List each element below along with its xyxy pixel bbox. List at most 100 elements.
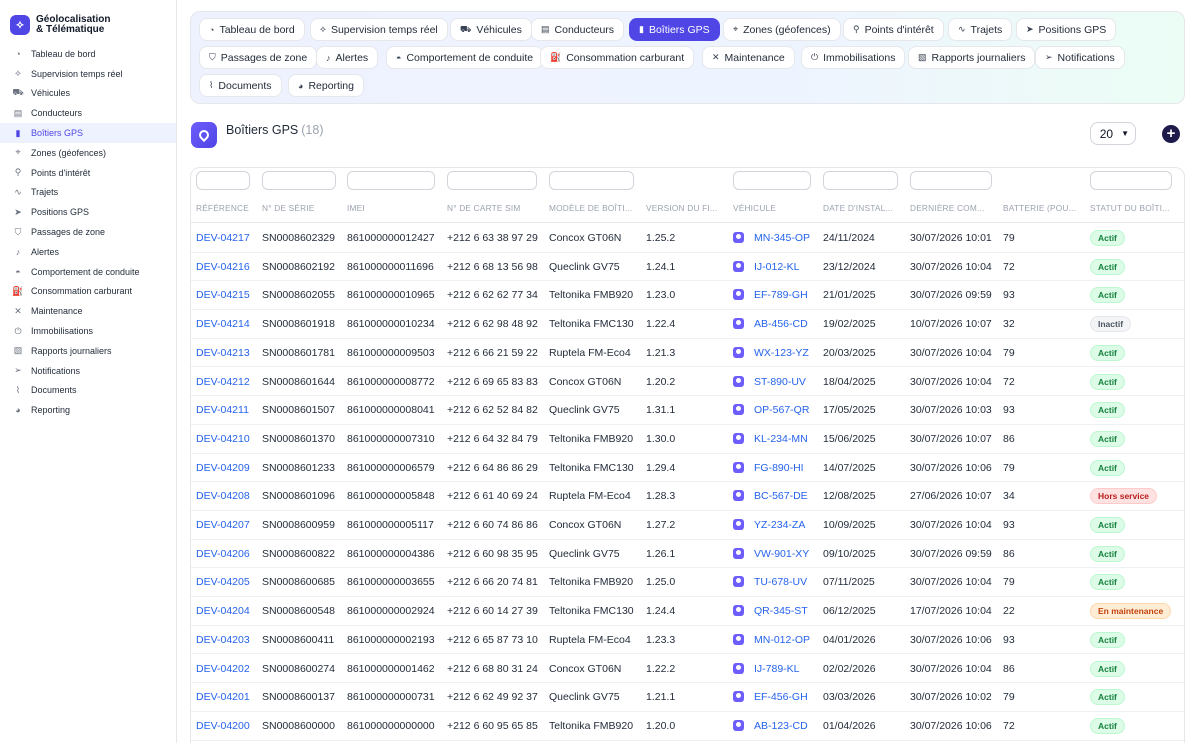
table-row[interactable]: DEV-04212 SN0008601644 861000000008772 +212… — [191, 368, 1184, 397]
table-row[interactable]: DEV-04216 SN0008602192 861000000011696 +212… — [191, 253, 1184, 282]
sidebar-item[interactable]: ⏻ Immobilisations — [0, 321, 176, 341]
column-header[interactable]: DERNIÈRE COM... — [910, 203, 1000, 213]
device-reference-link[interactable]: DEV-04207 — [196, 519, 250, 531]
device-reference-link[interactable]: DEV-04204 — [196, 605, 250, 617]
sidebar-item[interactable]: ⌖ Zones (géofences) — [0, 143, 176, 163]
column-filter-input[interactable] — [447, 171, 537, 190]
module-tab[interactable]: ◓ Comportement de conduite — [386, 46, 544, 69]
column-filter-input[interactable] — [196, 171, 250, 190]
column-header[interactable]: BATTERIE (POU... — [1003, 203, 1085, 213]
table-row[interactable]: DEV-04213 SN0008601781 861000000009503 +212… — [191, 339, 1184, 368]
vehicle-link[interactable]: ST-890-UV — [754, 376, 806, 388]
module-tab[interactable]: ∿ Trajets — [948, 18, 1013, 41]
sidebar-item[interactable]: ♪ Alertes — [0, 242, 176, 262]
device-reference-link[interactable]: DEV-04205 — [196, 576, 250, 588]
sidebar-item[interactable]: ⚲ Points d'intérêt — [0, 163, 176, 183]
vehicle-link[interactable]: QR-345-ST — [754, 605, 808, 617]
sidebar-item[interactable]: ⛉ Passages de zone — [0, 222, 176, 242]
module-tab[interactable]: ✕ Maintenance — [702, 46, 795, 69]
vehicle-link[interactable]: AB-456-CD — [754, 318, 808, 330]
module-tab[interactable]: ➢ Notifications — [1035, 46, 1125, 69]
device-reference-link[interactable]: DEV-04211 — [196, 404, 249, 416]
device-reference-link[interactable]: DEV-04200 — [196, 720, 250, 732]
table-row[interactable]: DEV-04201 SN0008600137 861000000000731 +212… — [191, 683, 1184, 712]
device-reference-link[interactable]: DEV-04210 — [196, 433, 250, 445]
column-filter-input[interactable] — [733, 171, 811, 190]
vehicle-link[interactable]: MN-012-OP — [754, 634, 810, 646]
sidebar-item[interactable]: ⌇ Documents — [0, 381, 176, 401]
table-row[interactable]: DEV-04217 SN0008602329 861000000012427 +212… — [191, 224, 1184, 253]
device-reference-link[interactable]: DEV-04206 — [196, 548, 250, 560]
column-header[interactable]: DATE D'INSTAL... — [823, 203, 905, 213]
sidebar-item[interactable]: ➢ Notifications — [0, 361, 176, 381]
column-header[interactable]: VÉHICULE — [733, 203, 818, 213]
vehicle-link[interactable]: VW-901-XY — [754, 548, 809, 560]
column-filter-input[interactable] — [347, 171, 435, 190]
vehicle-link[interactable]: FG-890-HI — [754, 462, 804, 474]
sidebar-item[interactable]: ◕ Reporting — [0, 400, 176, 420]
column-header[interactable]: STATUT DU BOÎTI... — [1090, 203, 1180, 213]
column-filter-input[interactable] — [262, 171, 336, 190]
column-header[interactable]: MODÈLE DE BOÎTI... — [549, 203, 641, 213]
module-tab[interactable]: ⛟ Véhicules — [450, 18, 532, 41]
column-header[interactable]: N° DE SÉRIE — [262, 203, 342, 213]
table-row[interactable]: DEV-04214 SN0008601918 861000000010234 +212… — [191, 310, 1184, 339]
module-tab[interactable]: ⚲ Points d'intérêt — [843, 18, 944, 41]
module-tab[interactable]: ⌇ Documents — [199, 74, 282, 97]
column-header[interactable]: IMEI — [347, 203, 442, 213]
device-reference-link[interactable]: DEV-04213 — [196, 347, 250, 359]
module-tab[interactable]: ◔ Tableau de bord — [199, 18, 305, 41]
module-tab[interactable]: ⌖ Zones (géofences) — [723, 18, 841, 41]
table-row[interactable]: DEV-04204 SN0008600548 861000000002924 +212… — [191, 597, 1184, 626]
device-reference-link[interactable]: DEV-04203 — [196, 634, 250, 646]
column-filter-input[interactable] — [1090, 171, 1172, 190]
module-tab[interactable]: ⛽ Consommation carburant — [540, 46, 695, 69]
vehicle-link[interactable]: KL-234-MN — [754, 433, 808, 445]
module-tab[interactable]: ◕ Reporting — [288, 74, 364, 97]
sidebar-item[interactable]: ▤ Conducteurs — [0, 103, 176, 123]
table-row[interactable]: DEV-04209 SN0008601233 861000000006579 +212… — [191, 454, 1184, 483]
column-header[interactable]: RÉFÉRENCE — [196, 203, 256, 213]
module-tab[interactable]: ⟡ Supervision temps réel — [310, 18, 448, 41]
sidebar-item[interactable]: ∿ Trajets — [0, 183, 176, 203]
table-row[interactable]: DEV-04211 SN0008601507 861000000008041 +212… — [191, 396, 1184, 425]
table-row[interactable]: DEV-04206 SN0008600822 861000000004386 +212… — [191, 540, 1184, 569]
sidebar-item[interactable]: ➤ Positions GPS — [0, 202, 176, 222]
vehicle-link[interactable]: MN-345-OP — [754, 232, 810, 244]
table-row[interactable]: DEV-04203 SN0008600411 861000000002193 +212… — [191, 626, 1184, 655]
module-tab[interactable]: ▧ Rapports journaliers — [908, 46, 1036, 69]
vehicle-link[interactable]: EF-456-GH — [754, 691, 808, 703]
sidebar-item[interactable]: ✕ Maintenance — [0, 301, 176, 321]
column-filter-input[interactable] — [549, 171, 634, 190]
column-header[interactable]: VERSION DU FI... — [646, 203, 726, 213]
module-tab[interactable]: ⏻ Immobilisations — [801, 46, 906, 69]
column-filter-input[interactable] — [910, 171, 992, 190]
vehicle-link[interactable]: OP-567-QR — [754, 404, 809, 416]
column-header[interactable]: N° DE CARTE SIM — [447, 203, 545, 213]
per-page-select[interactable]: 20 ▼ — [1090, 122, 1136, 145]
table-row[interactable]: DEV-04207 SN0008600959 861000000005117 +212… — [191, 511, 1184, 540]
module-tab[interactable]: ▤ Conducteurs — [531, 18, 625, 41]
module-tab[interactable]: ➤ Positions GPS — [1016, 18, 1117, 41]
device-reference-link[interactable]: DEV-04214 — [196, 318, 250, 330]
table-row[interactable]: DEV-04205 SN0008600685 861000000003655 +212… — [191, 568, 1184, 598]
vehicle-link[interactable]: YZ-234-ZA — [754, 519, 805, 531]
module-tab[interactable]: ⛉ Passages de zone — [199, 46, 318, 69]
table-row[interactable]: DEV-04200 SN0008600000 861000000000000 +212… — [191, 712, 1184, 741]
vehicle-link[interactable]: WX-123-YZ — [754, 347, 809, 359]
table-row[interactable]: DEV-04202 SN0008600274 861000000001462 +212… — [191, 655, 1184, 684]
device-reference-link[interactable]: DEV-04201 — [196, 691, 250, 703]
device-reference-link[interactable]: DEV-04217 — [196, 232, 250, 244]
device-reference-link[interactable]: DEV-04216 — [196, 261, 250, 273]
device-reference-link[interactable]: DEV-04209 — [196, 462, 250, 474]
vehicle-link[interactable]: TU-678-UV — [754, 576, 807, 588]
sidebar-item[interactable]: ▧ Rapports journaliers — [0, 341, 176, 361]
device-reference-link[interactable]: DEV-04215 — [196, 289, 250, 301]
brand[interactable]: ⟡ Géolocalisation & Télématique — [0, 0, 176, 40]
sidebar-item[interactable]: ▮ Boîtiers GPS — [0, 123, 176, 143]
device-reference-link[interactable]: DEV-04212 — [196, 376, 250, 388]
table-row[interactable]: DEV-04215 SN0008602055 861000000010965 +212… — [191, 281, 1184, 311]
sidebar-item[interactable]: ◔ Tableau de bord — [0, 44, 176, 64]
module-tab[interactable]: ▮ Boîtiers GPS — [629, 18, 720, 41]
module-tab[interactable]: ♪ Alertes — [316, 46, 379, 69]
